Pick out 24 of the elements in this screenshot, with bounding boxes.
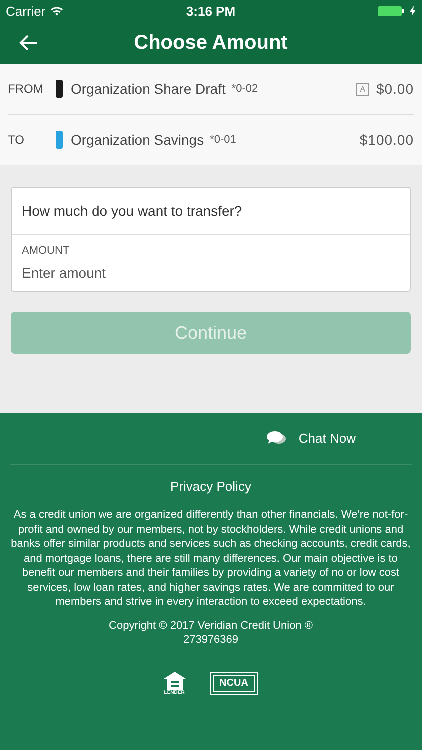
chat-now-button[interactable]: Chat Now [266,430,356,446]
status-time: 3:16 PM [186,4,236,18]
account-name: Organization Savings [71,132,204,148]
copyright-text: Copyright © 2017 Veridian Credit Union ® [109,620,313,632]
account-number: *0-02 [232,83,258,95]
account-badge: A [356,82,370,96]
account-balance: $100.00 [360,132,414,148]
battery-icon [378,6,406,16]
page-title: Choose Amount [134,32,288,54]
amount-label: AMOUNT [22,245,71,257]
back-button[interactable] [18,34,38,52]
wifi-icon [50,6,64,16]
about-text: As a credit union we are organized differently than other financials. We're not-for-profit and owned by our members, not by stockholders. While credit unions and banks offer similar products and services such as checking accounts, credit cards, and mortgage loans, there are still many differences. Our main objective is to benefit our members and their families by providing a variety of no or low cost services, low loan rates, and higher savings rates. We are committed to our members and strive in every interaction to exceed expectations. [10,508,412,610]
account-balance: $0.00 [376,81,414,97]
direction-label: TO [8,133,26,147]
carrier-name: Carrier [6,4,46,18]
account-name: Organization Share Draft [71,81,226,97]
routing-number: 273976369 [183,634,239,646]
account-number: *0-01 [210,134,236,146]
privacy-policy-link[interactable]: Privacy Policy [170,479,252,494]
ncua-logo: NCUA [210,672,258,695]
transfer-question: How much do you want to transfer? [12,188,410,235]
speech-bubbles-icon [266,430,287,446]
direction-label: FROM [8,82,44,96]
